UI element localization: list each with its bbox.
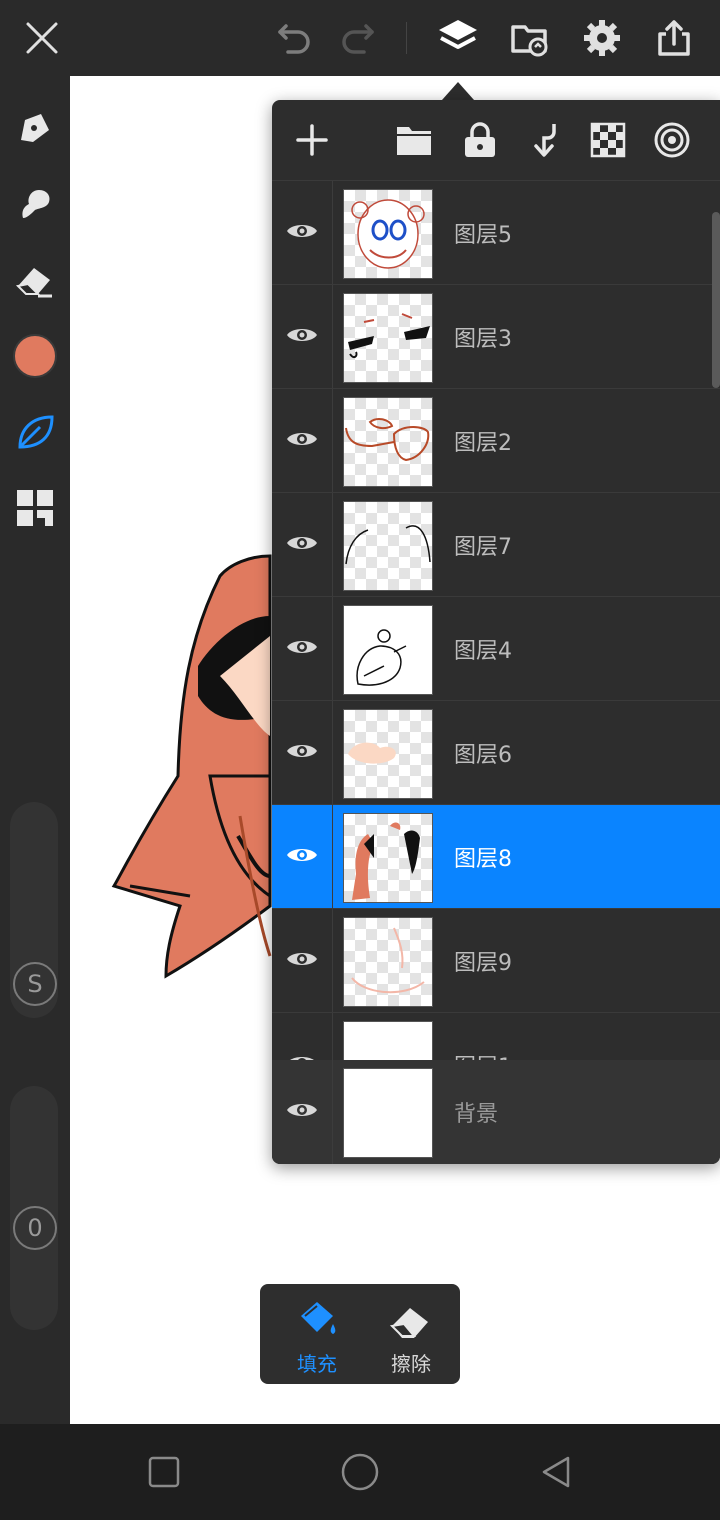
left-sidebar: S 0 (0, 76, 70, 1424)
add-layer-icon[interactable] (288, 116, 336, 164)
import-icon[interactable] (506, 14, 554, 62)
layer-list-scrollbar[interactable] (712, 212, 720, 388)
background-thumbnail (343, 1068, 433, 1158)
row-divider (332, 909, 333, 1013)
visibility-eye-icon[interactable] (284, 1092, 320, 1128)
layer-row[interactable]: 图层7 (272, 492, 720, 597)
visibility-eye-icon[interactable] (284, 733, 320, 769)
layer-thumbnail (343, 813, 433, 903)
blend-mode-icon[interactable] (648, 116, 696, 164)
visibility-eye-icon[interactable] (284, 837, 320, 873)
layer-thumbnail (343, 605, 433, 695)
layers-panel: 图层5 图层3 图层2 图层7 图层4 图层6 图层8 图层9 背景 (272, 100, 720, 1164)
layer-row[interactable]: 图层6 (272, 700, 720, 805)
layer-row[interactable]: 图层1 (272, 1012, 720, 1060)
visibility-eye-icon[interactable] (284, 1045, 320, 1060)
eraser-icon[interactable] (11, 256, 59, 304)
panel-pointer (442, 82, 474, 100)
visibility-eye-icon[interactable] (284, 525, 320, 561)
lock-icon[interactable] (456, 116, 504, 164)
layer-row-selected[interactable]: 图层8 (272, 804, 720, 909)
paint-bucket-icon (295, 1298, 341, 1348)
visibility-eye-icon[interactable] (284, 213, 320, 249)
layer-thumbnail (343, 917, 433, 1007)
undo-icon[interactable] (270, 14, 318, 62)
layer-thumbnail (343, 1021, 433, 1060)
background-layer-row[interactable]: 背景 (272, 1060, 720, 1164)
fill-button[interactable]: 填充 (272, 1294, 362, 1378)
leaf-brush-icon[interactable] (11, 408, 59, 456)
eraser-icon (388, 1298, 434, 1348)
color-swatch[interactable] (11, 332, 59, 380)
recent-apps-icon[interactable] (148, 1456, 180, 1488)
layer-name: 图层8 (454, 847, 512, 872)
row-divider (332, 1013, 333, 1060)
layer-row[interactable]: 图层5 (272, 180, 720, 285)
layer-row[interactable]: 图层9 (272, 908, 720, 1013)
row-divider (332, 285, 333, 389)
close-icon[interactable] (18, 14, 66, 62)
erase-label: 擦除 (391, 1352, 431, 1376)
layer-thumbnail (343, 189, 433, 279)
merge-down-icon[interactable] (520, 116, 568, 164)
alpha-lock-icon[interactable] (584, 116, 632, 164)
layer-list[interactable]: 图层5 图层3 图层2 图层7 图层4 图层6 图层8 图层9 (272, 180, 720, 1060)
layer-name: 图层2 (454, 431, 512, 456)
layer-name: 图层4 (454, 639, 512, 664)
smudge-icon[interactable] (11, 180, 59, 228)
size-slider-knob[interactable]: S (13, 962, 57, 1006)
layer-row[interactable]: 图层2 (272, 388, 720, 493)
system-navigation-bar (0, 1424, 720, 1520)
erase-button[interactable]: 擦除 (366, 1294, 456, 1378)
row-divider (332, 805, 333, 909)
back-icon[interactable] (538, 1454, 574, 1490)
home-icon[interactable] (340, 1452, 380, 1492)
top-toolbar (0, 0, 720, 76)
toolbar-divider (406, 22, 407, 54)
background-layer-name: 背景 (454, 1102, 499, 1127)
size-slider[interactable]: S (10, 802, 58, 1018)
visibility-eye-icon[interactable] (284, 629, 320, 665)
settings-icon[interactable] (578, 14, 626, 62)
grid-icon[interactable] (11, 484, 59, 532)
opacity-slider[interactable]: 0 (10, 1086, 58, 1330)
fill-label: 填充 (297, 1352, 337, 1376)
layer-thumbnail (343, 709, 433, 799)
layer-thumbnail (343, 397, 433, 487)
redo-icon[interactable] (334, 14, 382, 62)
layer-name: 图层1 (454, 1049, 512, 1060)
layer-name: 图层6 (454, 743, 512, 768)
visibility-eye-icon[interactable] (284, 317, 320, 353)
row-divider (332, 181, 333, 285)
row-divider (332, 701, 333, 805)
opacity-slider-knob[interactable]: 0 (13, 1206, 57, 1250)
layers-toolbar (272, 100, 720, 180)
layer-name: 图层7 (454, 535, 512, 560)
folder-icon[interactable] (390, 116, 438, 164)
layer-thumbnail (343, 293, 433, 383)
layer-name: 图层9 (454, 951, 512, 976)
visibility-eye-icon[interactable] (284, 941, 320, 977)
row-divider (332, 1060, 333, 1164)
layers-icon[interactable] (434, 14, 482, 62)
share-icon[interactable] (650, 14, 698, 62)
pen-icon[interactable] (11, 104, 59, 152)
layer-row[interactable]: 图层3 (272, 284, 720, 389)
layer-thumbnail (343, 501, 433, 591)
visibility-eye-icon[interactable] (284, 421, 320, 457)
fill-erase-toolbar: 填充 擦除 (260, 1284, 460, 1384)
layer-name: 图层3 (454, 327, 512, 352)
row-divider (332, 389, 333, 493)
row-divider (332, 493, 333, 597)
row-divider (332, 597, 333, 701)
layer-name: 图层5 (454, 223, 512, 248)
layer-row[interactable]: 图层4 (272, 596, 720, 701)
